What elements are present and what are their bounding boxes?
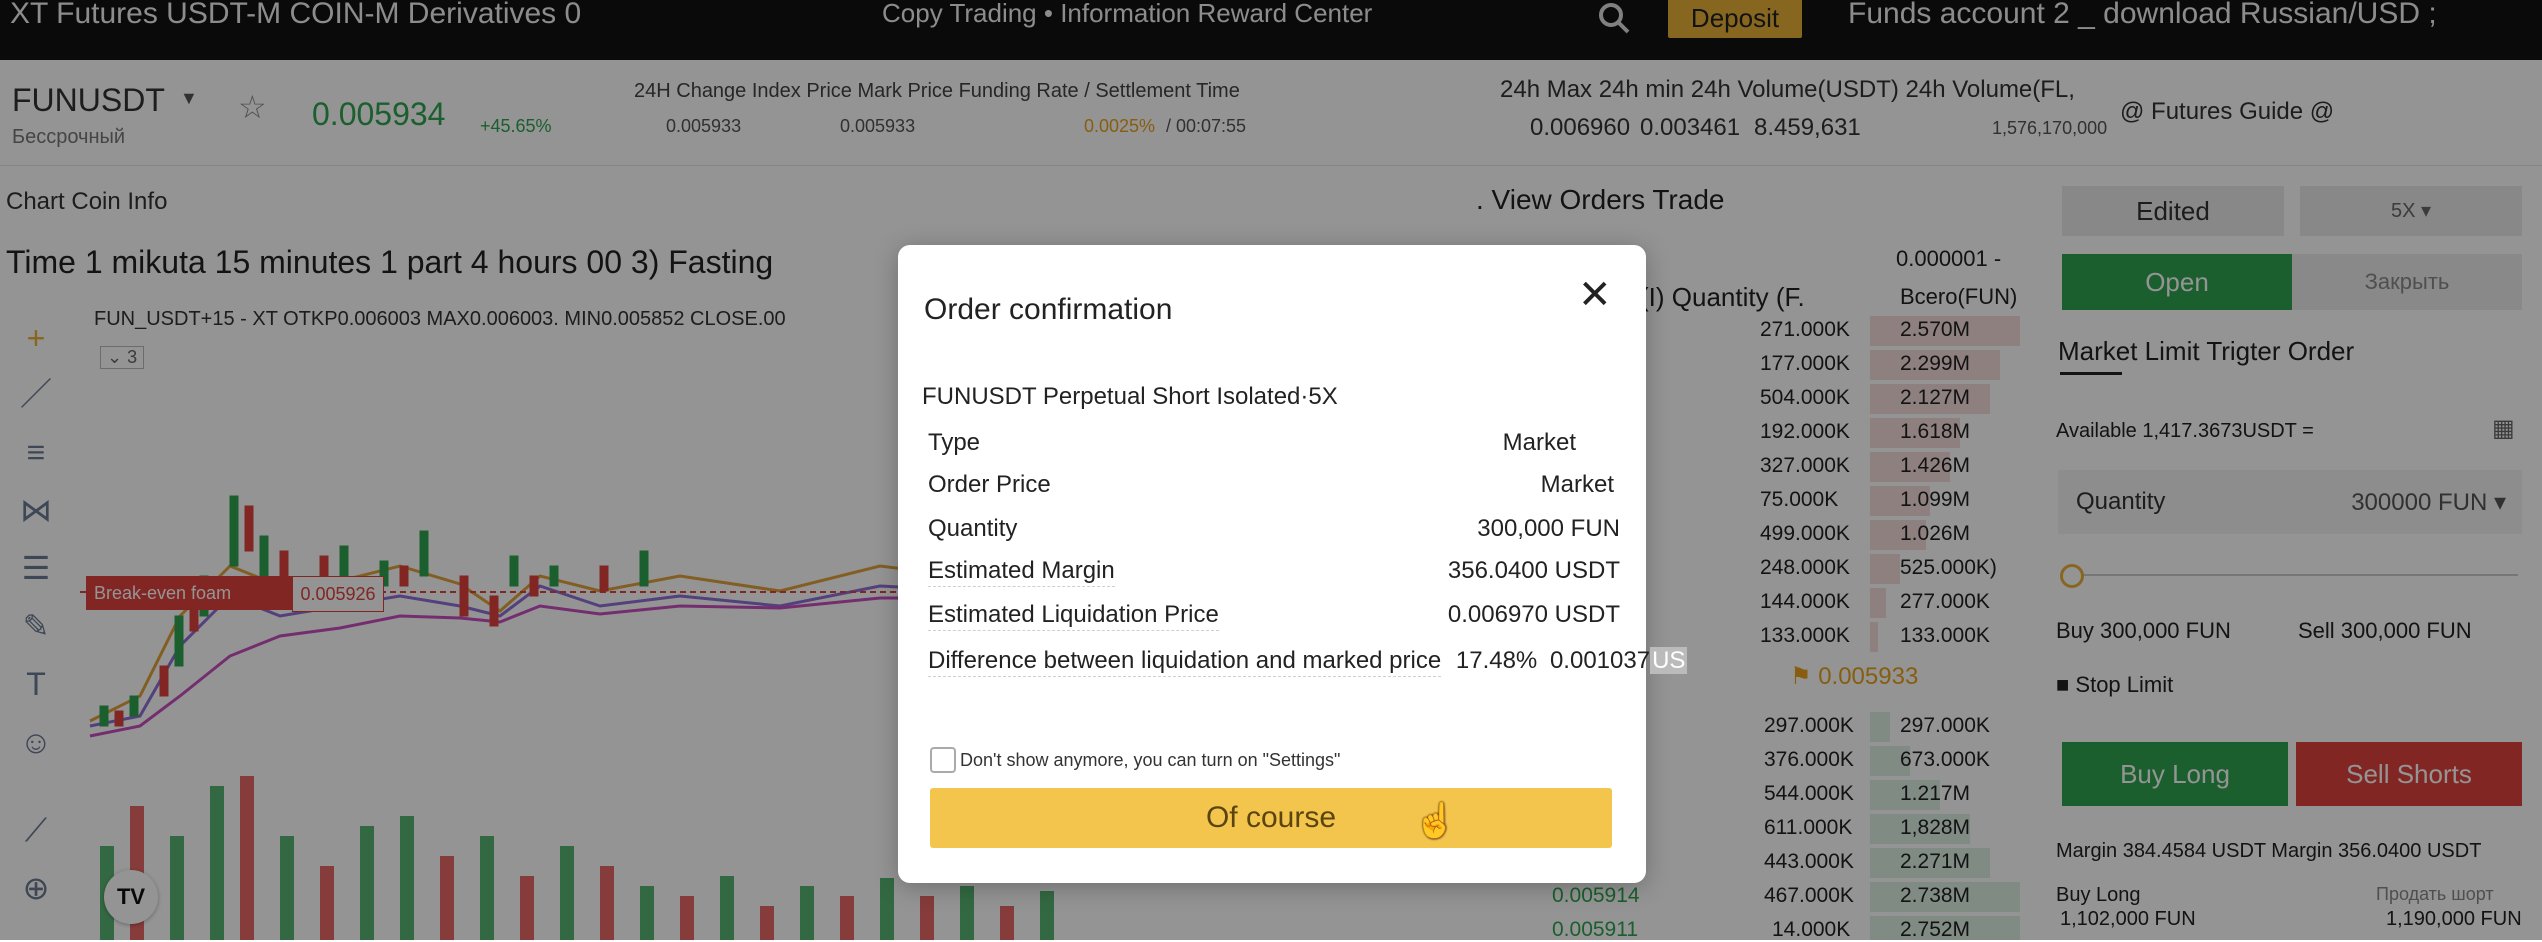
detail-row-liquidation: Estimated Liquidation Price 0.006970 USDT (928, 601, 1620, 631)
dont-show-label: Don't show anymore, you can turn on "Set… (960, 750, 1341, 770)
confirm-button[interactable]: Of course (930, 788, 1612, 848)
detail-row-quantity: Quantity 300,000 FUN (928, 515, 1620, 542)
detail-row-difference: Difference between liquidation and marke… (928, 647, 1688, 677)
cursor-hand-icon: ☝ (1414, 802, 1457, 840)
dialog-title: Order confirmation (924, 293, 1173, 326)
detail-row-type: Type Market (928, 429, 1576, 456)
dont-show-checkbox[interactable] (930, 747, 956, 773)
detail-row-order-price: Order Price Market (928, 471, 1614, 498)
order-summary: FUNUSDT Perpetual Short Isolated·5X (922, 383, 1338, 410)
close-icon[interactable]: ✕ (1578, 275, 1612, 315)
order-confirmation-dialog: Order confirmation ✕ FUNUSDT Perpetual S… (898, 245, 1688, 883)
detail-row-margin: Estimated Margin 356.0400 USDT (928, 557, 1620, 587)
